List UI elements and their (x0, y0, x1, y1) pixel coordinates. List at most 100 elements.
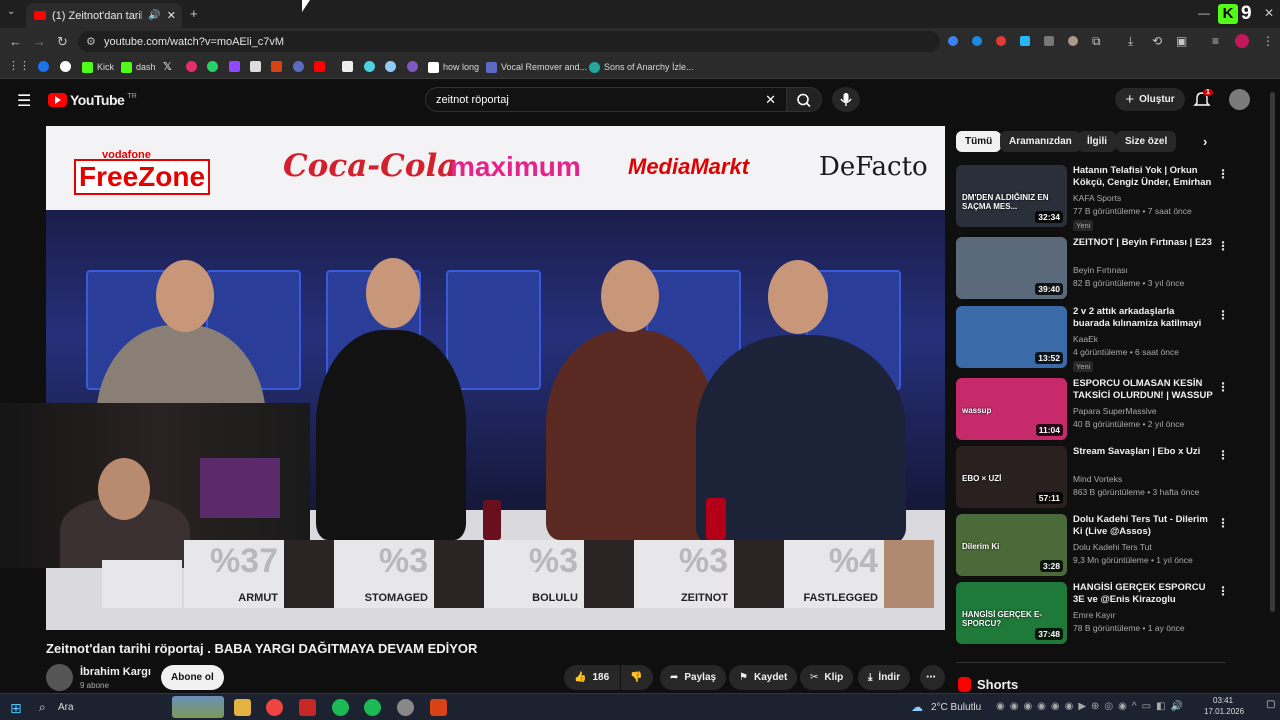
bookmark-icon[interactable] (364, 61, 375, 72)
spotify-icon[interactable] (364, 699, 381, 716)
close-window-icon[interactable]: ✕ (1264, 7, 1274, 19)
whatsapp-icon[interactable] (207, 61, 218, 72)
like-button[interactable]: 👍 186 (564, 665, 620, 690)
video-thumbnail[interactable]: 13:52 (956, 306, 1067, 368)
subscribe-button[interactable]: Abone ol (161, 665, 224, 690)
chip-related[interactable]: İlgili (1078, 131, 1116, 152)
recommendation-item[interactable]: EBO × UZİ 57:11 Stream Savaşları | Ebo x U… (956, 446, 1229, 510)
search-button[interactable] (786, 87, 822, 112)
recommendation-item[interactable]: DM'DEN ALDIĞINIZ EN SAÇMA MES... 32:34 Hat… (956, 165, 1229, 231)
taskbar-search-label[interactable]: Ara (58, 702, 74, 713)
channel-name[interactable]: İbrahim Kargı (80, 666, 151, 678)
recommendation-item[interactable]: 13:52 2 v 2 attık arkadaşlarla buarada kı… (956, 306, 1229, 372)
browser-menu-icon[interactable]: ⋮ (1262, 35, 1274, 47)
download-button[interactable]: ⤓ İndir (858, 665, 911, 690)
more-vertical-icon[interactable]: ⋮ (1217, 308, 1229, 322)
video-thumbnail[interactable]: Dilerim Ki 3:28 (956, 514, 1067, 576)
video-thumbnail[interactable]: 39:40 (956, 237, 1067, 299)
bookmark-sons-of-anarchy[interactable]: Sons of Anarchy İzle... (589, 60, 694, 74)
video-thumbnail[interactable]: DM'DEN ALDIĞINIZ EN SAÇMA MES... 32:34 (956, 165, 1067, 227)
voice-search-button[interactable] (832, 87, 860, 112)
recommendation-channel[interactable]: KaaEk (1073, 334, 1098, 344)
audio-icon[interactable]: 🔊 (148, 10, 160, 21)
download-icon[interactable]: ⤓ (1128, 35, 1133, 47)
dislike-button[interactable]: 👎 (621, 665, 653, 690)
bookmark-dash[interactable]: dash (121, 60, 156, 74)
video-thumbnail[interactable]: EBO × UZİ 57:11 (956, 446, 1067, 508)
recommendation-title[interactable]: ZEITNOT | Beyin Fırtınası | E23 (1073, 237, 1213, 249)
apps-grid-icon[interactable]: ⋮⋮ (8, 61, 30, 72)
recommendation-title[interactable]: Dolu Kadehi Ters Tut - Dilerim Ki (Live … (1073, 514, 1213, 538)
chip-from-search[interactable]: Aramanızdan (1000, 131, 1081, 152)
recommendation-channel[interactable]: Dolu Kadehi Ters Tut (1073, 542, 1152, 552)
bookmark-icon[interactable] (38, 61, 49, 72)
more-vertical-icon[interactable]: ⋮ (1217, 167, 1229, 181)
recommendation-title[interactable]: ESPORCU OLMASAN KESİN TAKSİCİ OLURDUN! |… (1073, 378, 1213, 402)
back-icon[interactable]: ← (9, 35, 22, 48)
clear-search-icon[interactable]: ✕ (765, 92, 776, 108)
bookmark-how-long[interactable]: how long (428, 60, 479, 74)
recommendation-item[interactable]: HANGİSİ GERÇEK E-SPORCU? 37:48 HANGİSİ GER… (956, 582, 1229, 646)
bookmark-icon[interactable] (293, 61, 304, 72)
video-thumbnail[interactable]: HANGİSİ GERÇEK E-SPORCU? 37:48 (956, 582, 1067, 644)
search-input[interactable]: zeitnot röportaj ✕ (425, 87, 787, 112)
more-vertical-icon[interactable]: ⋮ (1217, 584, 1229, 598)
more-actions-button[interactable]: ⋯ (920, 665, 945, 690)
more-vertical-icon[interactable]: ⋮ (1217, 380, 1229, 394)
recommendation-channel[interactable]: Papara SuperMassive (1073, 406, 1157, 416)
extensions-puzzle-icon[interactable]: ⧉ (1092, 35, 1101, 47)
channel-avatar[interactable] (46, 664, 73, 691)
address-bar[interactable]: ⚙ youtube.com/watch?v=moAEli_c7vM (78, 31, 940, 52)
extension-icon[interactable] (948, 36, 958, 46)
recommendation-channel[interactable]: Beyin Fırtınası (1073, 265, 1128, 275)
extension-icon[interactable] (1044, 36, 1054, 46)
youtube-logo[interactable]: YouTube TR (48, 92, 137, 108)
recommendation-title[interactable]: Stream Savaşları | Ebo x Uzi (1073, 446, 1213, 458)
app-icon[interactable] (299, 699, 316, 716)
youtube-icon[interactable] (314, 61, 325, 72)
file-explorer-icon[interactable] (234, 699, 251, 716)
sidepanel-icon[interactable]: ▣ (1176, 35, 1187, 47)
profile-avatar-icon[interactable] (1235, 34, 1249, 48)
instagram-icon[interactable] (186, 61, 197, 72)
chrome-icon[interactable] (266, 699, 283, 716)
tab-close-icon[interactable]: ✕ (167, 9, 182, 22)
share-button[interactable]: ➦ Paylaş (660, 665, 727, 690)
bookmark-icon[interactable] (407, 61, 418, 72)
recommendation-title[interactable]: 2 v 2 attık arkadaşlarla buarada kılınam… (1073, 306, 1213, 330)
app-icon[interactable] (430, 699, 447, 716)
recommendation-item[interactable]: wassup 11:04 ESPORCU OLMASAN KESİN TAKSİCİ… (956, 378, 1229, 442)
minimize-icon[interactable]: — (1198, 7, 1210, 19)
forward-icon[interactable]: → (33, 35, 46, 48)
extension-icon[interactable] (996, 36, 1006, 46)
windows-start-icon[interactable]: ⊞ (10, 700, 22, 717)
video-thumbnail[interactable]: wassup 11:04 (956, 378, 1067, 440)
taskbar-search-icon[interactable]: ⌕ (39, 700, 46, 715)
recommendation-item[interactable]: 39:40 ZEITNOT | Beyin Fırtınası | E23 Beyi… (956, 237, 1229, 301)
bookmark-icon[interactable] (271, 61, 282, 72)
create-button[interactable]: + Oluştur (1115, 88, 1185, 111)
chip-all[interactable]: Tümü (956, 131, 1002, 152)
notifications-button[interactable]: 1 (1192, 89, 1213, 109)
reading-list-icon[interactable]: ≡ (1212, 35, 1219, 47)
more-vertical-icon[interactable]: ⋮ (1217, 448, 1229, 462)
clock-date[interactable]: 17.01.2026 (1204, 707, 1244, 716)
save-button[interactable]: ⚑ Kaydet (729, 665, 798, 690)
recommendation-item[interactable]: Dilerim Ki 3:28 Dolu Kadehi Ters Tut - Dil… (956, 514, 1229, 578)
clip-button[interactable]: ✂ Klip (800, 665, 854, 690)
browser-tab[interactable]: (1) Zeitnot'dan tarihi röportaj 🔊 ✕ (26, 3, 182, 28)
notification-center-icon[interactable]: ▢ (1266, 699, 1275, 710)
account-avatar[interactable] (1229, 89, 1250, 110)
extension-icon[interactable] (1068, 36, 1078, 46)
chevron-right-icon[interactable]: › (1203, 134, 1207, 149)
hamburger-menu-icon[interactable]: ☰ (17, 91, 31, 111)
recommendation-title[interactable]: HANGİSİ GERÇEK ESPORCU 3E ve @Enis Kiraz… (1073, 582, 1213, 606)
app-icon[interactable] (332, 699, 349, 716)
chip-for-you[interactable]: Size özel (1116, 131, 1177, 152)
extension-icon[interactable] (1020, 36, 1030, 46)
weather-text[interactable]: 2°C Bulutlu (931, 702, 981, 713)
bookmark-icon[interactable] (385, 61, 396, 72)
bookmark-icon[interactable] (250, 61, 261, 72)
x-icon[interactable]: 𝕏 (163, 60, 172, 73)
bookmark-kick[interactable]: Kick (82, 60, 114, 74)
